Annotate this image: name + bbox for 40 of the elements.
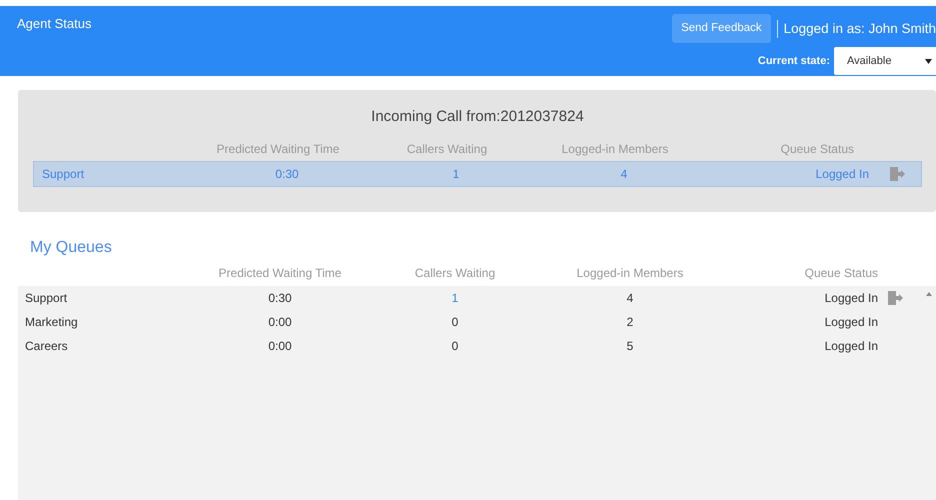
queue-status: Logged In [824,314,879,331]
table-cell-text: 0:30 [274,166,300,182]
page-title: Agent Status [17,15,92,33]
queue-name: Marketing [25,314,79,331]
table-cell-text: 4 [626,290,634,307]
queue-status: Logged In [824,338,879,355]
table-cell-text: 0 [450,314,460,331]
scroll-up-icon[interactable] [926,292,932,296]
queue-row[interactable]: Support 0:30 1 4 Logged In [33,160,922,186]
table-cell-text: 1 [452,166,460,182]
logged-in-user: Logged in as: John Smith [784,20,936,38]
column-header: Predicted Waiting Time [216,140,340,158]
caret-icon [925,58,932,64]
table-cell-text: 0:00 [267,314,293,331]
column-header: Queue Status [780,140,855,158]
column-header: Callers Waiting [406,140,488,158]
table-cell-text: 2 [626,314,634,331]
queue-status: Logged In [824,290,879,307]
table-cell-text: 0:00 [267,338,293,355]
queue-name: Support [42,166,86,182]
table-cell-text: 0 [450,338,460,355]
column-header: Queue Status [804,265,879,282]
column-header: Logged-in Members [576,265,684,282]
section-title: My Queues [30,238,113,258]
table-cell-text: 0:30 [267,290,293,307]
column-header: Predicted Waiting Time [218,265,342,282]
state-label: Current state: [758,54,830,69]
send-feedback-button[interactable]: Send Feedback [672,14,771,44]
queue-status: Logged In [814,166,870,182]
queue-name: Support [25,290,68,307]
logout-icon[interactable] [888,291,903,305]
column-header: Logged-in Members [560,140,670,158]
logout-icon[interactable] [890,166,904,180]
table-cell-text: 1 [450,290,460,307]
incoming-call-title: Incoming Call from:2012037824 [370,107,585,127]
state-dropdown[interactable]: Available [834,47,936,76]
table-cell-text: 4 [620,166,628,182]
queue-name: Careers [25,338,69,355]
table-cell-text: 5 [626,338,634,355]
column-header: Callers Waiting [414,265,496,282]
